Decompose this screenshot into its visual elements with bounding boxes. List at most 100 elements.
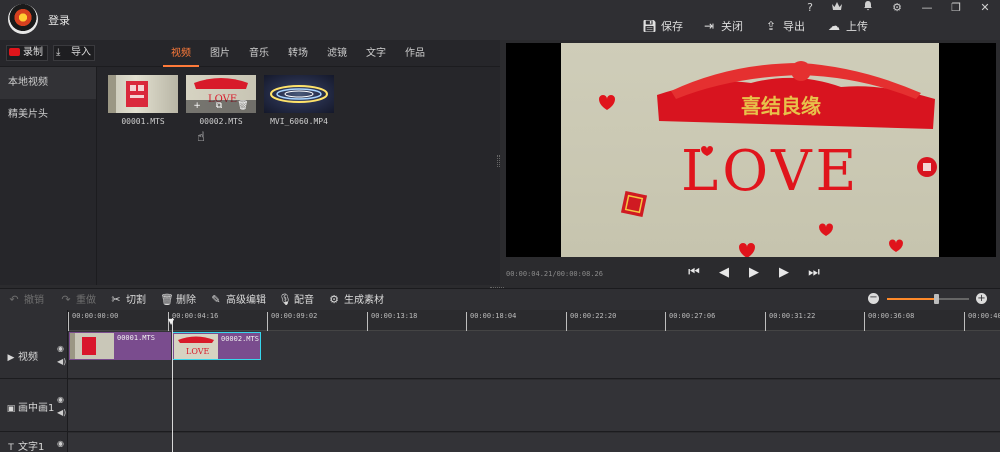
zoom-slider-thumb[interactable] — [934, 294, 940, 304]
media-library-panel: 录制 ⤓ 导入 视频 图片 音乐 转场 滤镜 文字 作品 本地视频 精美片头 0… — [0, 40, 500, 285]
zoom-slider[interactable] — [887, 294, 969, 304]
help-icon[interactable]: ? — [799, 0, 821, 16]
previous-frame-icon[interactable]: ◀︎ — [716, 264, 732, 282]
login-link[interactable]: 登录 — [48, 12, 70, 28]
clip-thumbnail — [264, 75, 334, 113]
dub-button[interactable]: 🎙︎ 配音 — [278, 293, 314, 307]
media-clip[interactable]: LOVE + ⧉ 🗑︎ 00002.MTS — [186, 75, 256, 126]
close-project-button[interactable]: ⇥ 关闭 — [702, 17, 743, 35]
zoom-out-icon[interactable]: − — [868, 293, 879, 304]
ruler-tick-label: 00:00:09:02 — [267, 312, 317, 331]
play-icon[interactable]: ▶︎ — [746, 264, 762, 282]
eye-visibility-icon[interactable]: ◉ — [57, 439, 64, 448]
save-icon: 💾︎ — [642, 19, 658, 33]
timeline-clip-thumbnail — [70, 333, 114, 359]
track-headers: ▶ 视频 ◉ ◀︎) ▣ 画中画1 ◉ ◀︎) T 文字1 ◉ — [0, 310, 68, 452]
generate-material-button[interactable]: ⚙ 生成素材 — [328, 293, 384, 307]
cut-button[interactable]: ✂ 切割 — [110, 293, 146, 307]
notification-icon[interactable] — [857, 0, 879, 16]
playhead-marker-icon[interactable]: ▼ — [168, 318, 177, 326]
tab-works[interactable]: 作品 — [397, 40, 433, 67]
pencil-icon: ✎ — [211, 293, 221, 306]
vip-crown-icon[interactable] — [826, 0, 848, 16]
track-header-video: ▶ 视频 ◉ ◀︎) — [0, 331, 68, 379]
text-track-icon: T — [8, 443, 14, 452]
panel-splitter-handle[interactable] — [497, 155, 500, 167]
preview-frame: 喜结良缘 LOVE — [561, 43, 939, 257]
timeline-clip-name: 00001.MTS — [117, 334, 155, 342]
skip-to-start-icon[interactable]: ⏮ — [686, 264, 702, 282]
tab-transition[interactable]: 转场 — [280, 40, 316, 67]
eye-visibility-icon[interactable]: ◉ — [57, 395, 64, 404]
tab-text[interactable]: 文字 — [358, 40, 394, 67]
add-to-timeline-icon[interactable]: + — [193, 100, 201, 113]
ruler-tick-label: 00:00:40:24 — [964, 312, 1000, 331]
tab-filter[interactable]: 滤镜 — [319, 40, 355, 67]
picture-in-picture-icon: ▣ — [6, 404, 16, 414]
side-item-local-video[interactable]: 本地视频 — [0, 67, 96, 99]
microphone-icon: 🎙︎ — [278, 293, 292, 306]
eye-visibility-icon[interactable]: ◉ — [57, 344, 64, 353]
preview-panel: 喜结良缘 LOVE 00:00:04.21/00:00:08.26 ⏮ ◀︎ ▶… — [502, 40, 1000, 285]
video-track-lane[interactable]: 00001.MTS LOVE 00002.MTS — [68, 331, 1000, 379]
cloud-upload-icon: ☁ — [828, 19, 840, 33]
clip-name: 00001.MTS — [121, 117, 165, 126]
ruler-tick-label: 00:00:22:20 — [566, 312, 616, 331]
settings-gear-icon[interactable]: ⚙ — [886, 0, 908, 16]
media-toolbar: 录制 ⤓ 导入 视频 图片 音乐 转场 滤镜 文字 作品 — [0, 40, 500, 67]
tab-music[interactable]: 音乐 — [241, 40, 277, 67]
import-button[interactable]: ⤓ 导入 — [53, 45, 95, 61]
title-bar: 登录 ? ⚙ — ❐ ✕ 💾︎ 保存 ⇥ 关闭 ⇪ 导出 ☁ 上传 — [0, 0, 1000, 40]
advanced-edit-button[interactable]: ✎ 高级编辑 — [210, 293, 266, 307]
transport-controls: ⏮ ◀︎ ▶︎ ▶︎ ⏭ — [686, 264, 822, 282]
next-frame-icon[interactable]: ▶︎ — [776, 264, 792, 282]
volume-icon[interactable]: ◀︎) — [57, 408, 66, 417]
export-button[interactable]: ⇪ 导出 — [764, 17, 805, 35]
media-side-nav: 本地视频 精美片头 — [0, 67, 97, 285]
media-grid: 00001.MTS LOVE + ⧉ 🗑︎ 00002.MTS — [98, 67, 500, 285]
volume-icon[interactable]: ◀︎) — [57, 357, 66, 366]
ruler-tick-label: 00:00:13:18 — [367, 312, 417, 331]
timeline-clip-selected[interactable]: LOVE 00002.MTS — [172, 332, 261, 360]
svg-text:LOVE: LOVE — [186, 347, 210, 356]
ruler-tick-label: 00:00:31:22 — [765, 312, 815, 331]
ruler-tick-label: 00:00:18:04 — [466, 312, 516, 331]
upload-button[interactable]: ☁ 上传 — [827, 17, 868, 35]
pip-track-lane[interactable] — [68, 380, 1000, 432]
export-icon: ⇪ — [765, 19, 777, 33]
edit-toolbar: ↶ 撤销 ↷ 重做 ✂ 切割 🗑︎ 删除 ✎ 高级编辑 🎙︎ 配音 ⚙ 生成素材 − + — [0, 288, 1000, 310]
minimize-icon[interactable]: — — [916, 0, 938, 16]
tab-image[interactable]: 图片 — [202, 40, 238, 67]
redo-button[interactable]: ↷ 重做 — [60, 293, 96, 307]
redo-icon: ↷ — [61, 293, 71, 306]
clip-name: MVI_6060.MP4 — [270, 117, 328, 126]
close-window-icon[interactable]: ✕ — [974, 0, 996, 16]
record-button[interactable]: 录制 — [6, 45, 48, 61]
ruler-tick-label: 00:00:36:08 — [864, 312, 914, 331]
text-track-lane[interactable] — [68, 433, 1000, 452]
skip-to-end-icon[interactable]: ⏭ — [806, 264, 822, 282]
clip-name: 00002.MTS — [199, 117, 243, 126]
zoom-in-icon[interactable]: + — [976, 293, 987, 304]
side-item-intro[interactable]: 精美片头 — [0, 99, 96, 131]
media-clip[interactable]: MVI_6060.MP4 — [264, 75, 334, 126]
exit-icon: ⇥ — [703, 19, 715, 33]
app-logo-icon — [8, 4, 38, 34]
timeline-clip[interactable]: 00001.MTS — [69, 332, 171, 360]
clip-hover-tools: + ⧉ 🗑︎ — [186, 100, 256, 113]
timeline-ruler[interactable]: 00:00:00:00 00:00:04:16 00:00:09:02 00:0… — [68, 310, 1000, 331]
undo-button[interactable]: ↶ 撤销 — [8, 293, 44, 307]
undo-icon: ↶ — [9, 293, 19, 306]
scissors-icon: ✂ — [111, 293, 121, 306]
preview-screen[interactable]: 喜结良缘 LOVE — [506, 43, 996, 257]
preview-clip-icon[interactable]: ⧉ — [216, 100, 222, 113]
delete-clip-icon[interactable]: 🗑︎ — [237, 100, 248, 113]
delete-button[interactable]: 🗑︎ 删除 — [160, 293, 196, 307]
save-button[interactable]: 💾︎ 保存 — [642, 17, 683, 35]
tab-video[interactable]: 视频 — [163, 40, 199, 67]
maximize-icon[interactable]: ❐ — [945, 0, 967, 16]
media-clip[interactable]: 00001.MTS — [108, 75, 178, 126]
media-tabs: 视频 图片 音乐 转场 滤镜 文字 作品 — [163, 40, 436, 67]
playhead-line[interactable] — [172, 318, 173, 452]
timeline-clip-name: 00002.MTS — [221, 335, 259, 343]
